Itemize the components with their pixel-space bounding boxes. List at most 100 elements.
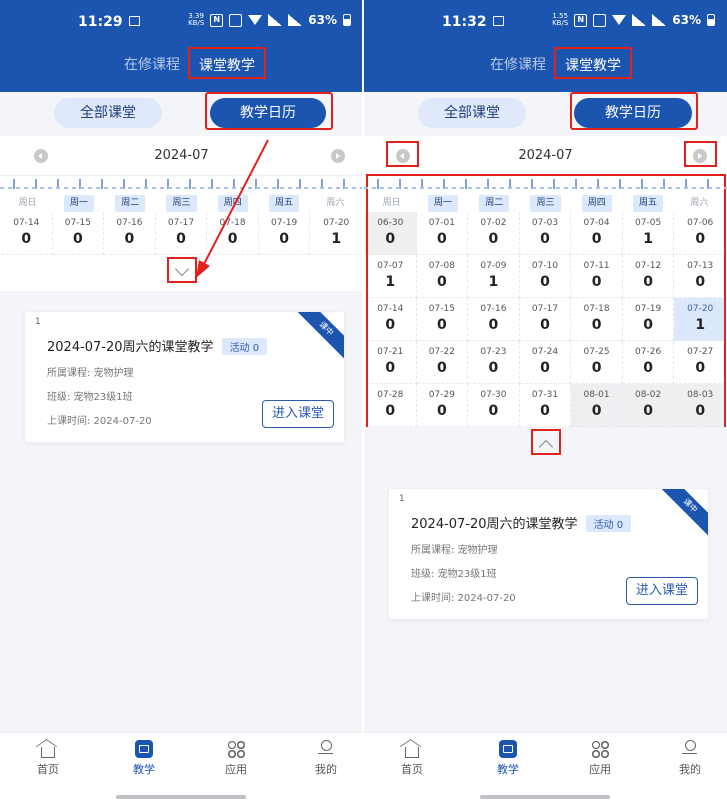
collapse-row [364,427,727,463]
all-classes-button[interactable]: 全部课堂 [54,98,162,128]
calendar-binding-decoration [364,179,727,189]
home-icon [405,747,419,758]
next-month-icon[interactable] [693,149,707,163]
month-label: 2024-07 [154,148,209,163]
gesture-bar [480,795,610,799]
screen-week-view: 11:29 3.39 KB/S N 63% 在修课程 课堂教学 全部课堂 教学日历… [0,0,363,802]
enter-classroom-button[interactable]: 进入课堂 [262,400,334,428]
day-cell[interactable]: 07-14 0 [1,212,53,255]
day-date: 07-15 [64,218,91,228]
chevron-down-icon[interactable] [173,263,191,281]
day-cell[interactable]: 07-17 0 [155,212,208,255]
day-cell[interactable]: 07-15 0 [52,212,105,255]
battery-icon [343,14,351,26]
nav-home[interactable]: 首页 [382,740,442,777]
weekday-label: 周四 [207,195,258,212]
screen-month-view: 11:32 1.55 KB/S N 63% 在修课程 课堂教学 全部课堂 教学日历 [364,0,727,802]
chevron-up-icon[interactable] [537,435,555,453]
tab-classroom-teaching[interactable]: 课堂教学 [554,47,632,79]
home-icon [41,747,55,758]
card-index: 1 [399,494,405,504]
signal-icon-2 [288,14,303,26]
expand-row [0,255,363,291]
card-title: 2024-07-20周六的课堂教学 活动 0 [47,336,268,355]
nav-apps[interactable]: 应用 [570,740,630,777]
header-tabs: 在修课程 课堂教学 [0,44,363,84]
segment-control: 全部课堂 教学日历 [364,92,727,136]
card-class: 班级: 宠物23级1班 [47,392,133,403]
day-class-count: 0 [72,231,83,247]
nav-apps[interactable]: 应用 [206,740,266,777]
teaching-icon [499,740,517,758]
highlight-box [366,174,726,446]
wifi-icon [248,15,263,25]
weekday-header: 周日 周一 周二 周三 周四 周五 周六 [0,189,363,212]
month-bar: 2024-07 [0,136,363,176]
battery-percent: 63% [308,13,337,27]
signal-icon-2 [652,14,667,26]
card-title: 2024-07-20周六的课堂教学 活动 0 [411,513,632,532]
header-tabs: 在修课程 课堂教学 [364,44,727,84]
activity-badge: 活动 0 [221,338,268,355]
day-class-count: 0 [176,231,186,247]
day-cell[interactable]: 07-16 0 [104,212,156,255]
tab-enrolled-courses[interactable]: 在修课程 [490,54,546,74]
nav-home[interactable]: 首页 [18,740,78,777]
enter-classroom-button[interactable]: 进入课堂 [626,577,698,605]
card-index: 1 [35,317,41,327]
day-class-count: 1 [331,231,342,247]
battery-icon [707,14,715,26]
all-classes-button[interactable]: 全部课堂 [418,98,526,128]
day-date: 07-19 [271,218,298,228]
day-cell[interactable]: 07-20 1 [310,212,362,255]
profile-icon [681,740,699,758]
nav-me[interactable]: 我的 [660,740,720,777]
nav-teaching[interactable]: 教学 [114,740,174,777]
bottom-nav: 首页 教学 应用 我的 [364,732,727,802]
teaching-calendar-button[interactable]: 教学日历 [210,98,326,128]
sim-icon [229,13,243,27]
day-class-count: 0 [21,231,32,247]
signal-icon [268,14,283,26]
nav-teaching[interactable]: 教学 [478,740,538,777]
sim-icon [593,13,607,27]
wifi-icon [612,15,627,25]
teaching-icon [135,740,153,758]
day-date: 07-16 [116,218,143,228]
next-month-icon[interactable] [331,149,345,163]
status-time: 11:29 [78,14,140,30]
day-class-count: 0 [227,231,238,247]
month-label: 2024-07 [518,148,573,163]
card-class: 班级: 宠物23级1班 [411,569,497,580]
weekday-label: 周三 [156,195,207,212]
status-bar: 11:29 3.39 KB/S N 63% [0,10,363,34]
status-icons: 1.55 KB/S N 63% [552,13,715,27]
app-header: 11:29 3.39 KB/S N 63% 在修课程 课堂教学 [0,0,363,92]
network-speed: 3.39 KB/S [188,12,205,27]
apps-icon [591,740,609,758]
segment-control: 全部课堂 教学日历 [0,92,363,136]
calendar-binding-decoration [0,179,363,189]
day-date: 07-20 [323,218,350,228]
tab-enrolled-courses[interactable]: 在修课程 [124,54,180,74]
gallery-notification-icon [492,16,504,26]
gesture-bar [116,795,246,799]
class-card[interactable]: 1 课中 2024-07-20周六的课堂教学 活动 0 所属课程: 宠物护理 班级… [388,488,709,620]
class-card[interactable]: 1 课中 2024-07-20周六的课堂教学 活动 0 所属课程: 宠物护理 班级… [24,311,345,443]
day-cell[interactable]: 07-19 0 [258,212,311,255]
tab-classroom-teaching[interactable]: 课堂教学 [188,47,266,79]
day-date: 07-14 [13,218,40,228]
app-header: 11:32 1.55 KB/S N 63% 在修课程 课堂教学 [364,0,727,92]
nav-me[interactable]: 我的 [296,740,356,777]
status-ribbon: 课中 [292,312,344,363]
teaching-calendar-button[interactable]: 教学日历 [574,98,692,128]
card-course: 所属课程: 宠物护理 [411,545,498,556]
day-cell[interactable]: 07-18 0 [207,212,259,255]
day-grid: 07-14 0 07-15 0 07-16 0 07-17 0 07-18 0 07-19 0 07-2… [0,212,363,255]
card-time: 上课时间: 2024-07-20 [411,593,516,604]
card-time: 上课时间: 2024-07-20 [47,416,152,427]
network-speed: 1.55 KB/S [552,12,569,27]
calendar: 2024-07 周日 周一 周二 周三 周四 周五 周六 07-14 0 07-15 0 07-16… [0,136,363,291]
signal-icon [632,14,647,26]
status-bar: 11:32 1.55 KB/S N 63% [364,10,727,34]
